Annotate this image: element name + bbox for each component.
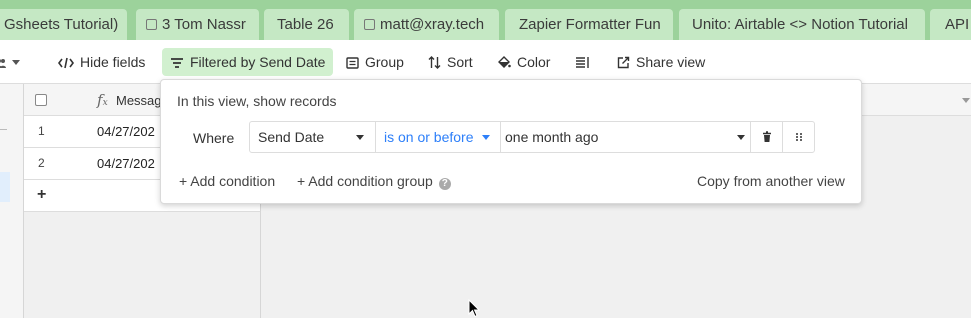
mouse-cursor-icon [468, 299, 480, 318]
tab-tom-nassr[interactable]: 3 Tom Nassr [136, 9, 259, 40]
tab-zapier-formatter[interactable]: Zapier Formatter Fun [505, 9, 673, 40]
group-icon [346, 57, 359, 69]
selected-table-indicator [0, 172, 10, 202]
column-menu-chevron-icon[interactable] [962, 98, 970, 103]
group-button[interactable]: Group [346, 48, 404, 76]
add-condition-group-button[interactable]: + Add condition group? [297, 173, 451, 190]
filter-condition-row: Send Date is on or before one month ago [249, 121, 815, 153]
share-icon [617, 56, 630, 69]
tab-label: API [945, 16, 970, 33]
color-label: Color [517, 54, 551, 70]
row-number: 2 [38, 156, 45, 170]
sort-icon [428, 56, 441, 69]
share-view-button[interactable]: Share view [617, 48, 705, 76]
field-select-value: Send Date [258, 129, 325, 145]
filter-button[interactable]: Filtered by Send Date [162, 48, 334, 76]
tab-label: matt@xray.tech [380, 16, 485, 33]
tab-label: Unito: Airtable <> Notion Tutorial [692, 16, 908, 33]
sort-button[interactable]: Sort [428, 48, 473, 76]
row-height-button[interactable] [575, 48, 596, 76]
row-number: 1 [38, 124, 45, 138]
operator-select[interactable]: is on or before [375, 122, 500, 152]
drag-handle-icon [796, 133, 802, 141]
filter-label: Filtered by Send Date [190, 54, 326, 70]
sort-label: Sort [447, 54, 473, 70]
tab-api[interactable]: API [930, 9, 971, 40]
tab-table-26[interactable]: Table 26 [264, 9, 349, 40]
tab-matt-xray[interactable]: matt@xray.tech [354, 9, 499, 40]
where-label: Where [193, 130, 235, 146]
group-label: Group [365, 54, 404, 70]
tab-label: Gsheets Tutorial) [4, 16, 119, 33]
tab-unito-tutorial[interactable]: Unito: Airtable <> Notion Tutorial [679, 9, 925, 40]
operator-select-value: is on or before [384, 129, 474, 145]
people-icon [0, 59, 6, 68]
chevron-down-icon [12, 60, 20, 65]
tab-label: Zapier Formatter Fun [519, 16, 661, 33]
filter-icon [171, 58, 183, 68]
divider [0, 129, 7, 130]
add-condition-button[interactable]: + Add condition [179, 173, 275, 189]
collaborators-button[interactable] [0, 48, 26, 76]
view-toolbar: Hide fields Filtered by Send Date Group … [0, 40, 971, 84]
copy-from-another-view-button[interactable]: Copy from another view [697, 173, 845, 189]
trash-icon [763, 131, 771, 142]
filter-popover-title: In this view, show records [177, 93, 337, 109]
plus-icon: + [37, 186, 47, 203]
paint-bucket-icon [498, 56, 511, 68]
color-button[interactable]: Color [497, 48, 550, 76]
column-header-message[interactable]: Messag [116, 93, 162, 108]
hide-fields-label: Hide fields [80, 54, 146, 70]
send-date-cell[interactable]: 04/27/202 [97, 156, 155, 171]
sidebar-edge [0, 84, 24, 318]
chevron-down-icon [482, 135, 490, 140]
grid-icon [364, 19, 375, 30]
tab-label: Table 26 [277, 16, 334, 33]
field-select[interactable]: Send Date [250, 122, 375, 152]
select-all-checkbox[interactable] [35, 94, 47, 106]
filter-popover: In this view, show records Where Send Da… [160, 79, 862, 204]
formula-icon: fx [97, 91, 108, 109]
share-view-label: Share view [636, 54, 706, 70]
hide-fields-button[interactable]: Hide fields [58, 48, 145, 76]
value-select-value: one month ago [505, 129, 599, 145]
chevron-down-icon [737, 135, 745, 140]
help-icon[interactable]: ? [438, 178, 451, 190]
value-select[interactable]: one month ago [500, 122, 750, 152]
hide-fields-icon [58, 57, 74, 69]
tab-gsheets-tutorial[interactable]: Gsheets Tutorial) [0, 9, 127, 40]
chevron-down-icon [356, 135, 364, 140]
send-date-cell[interactable]: 04/27/202 [97, 124, 155, 139]
table-tab-bar: Gsheets Tutorial) 3 Tom Nassr Table 26 m… [0, 0, 971, 40]
tab-label: 3 Tom Nassr [162, 16, 246, 33]
delete-condition-button[interactable] [750, 122, 782, 152]
row-height-icon [576, 57, 589, 68]
drag-handle[interactable] [782, 122, 814, 152]
add-condition-group-label: + Add condition group [297, 173, 433, 189]
grid-icon [146, 19, 157, 30]
